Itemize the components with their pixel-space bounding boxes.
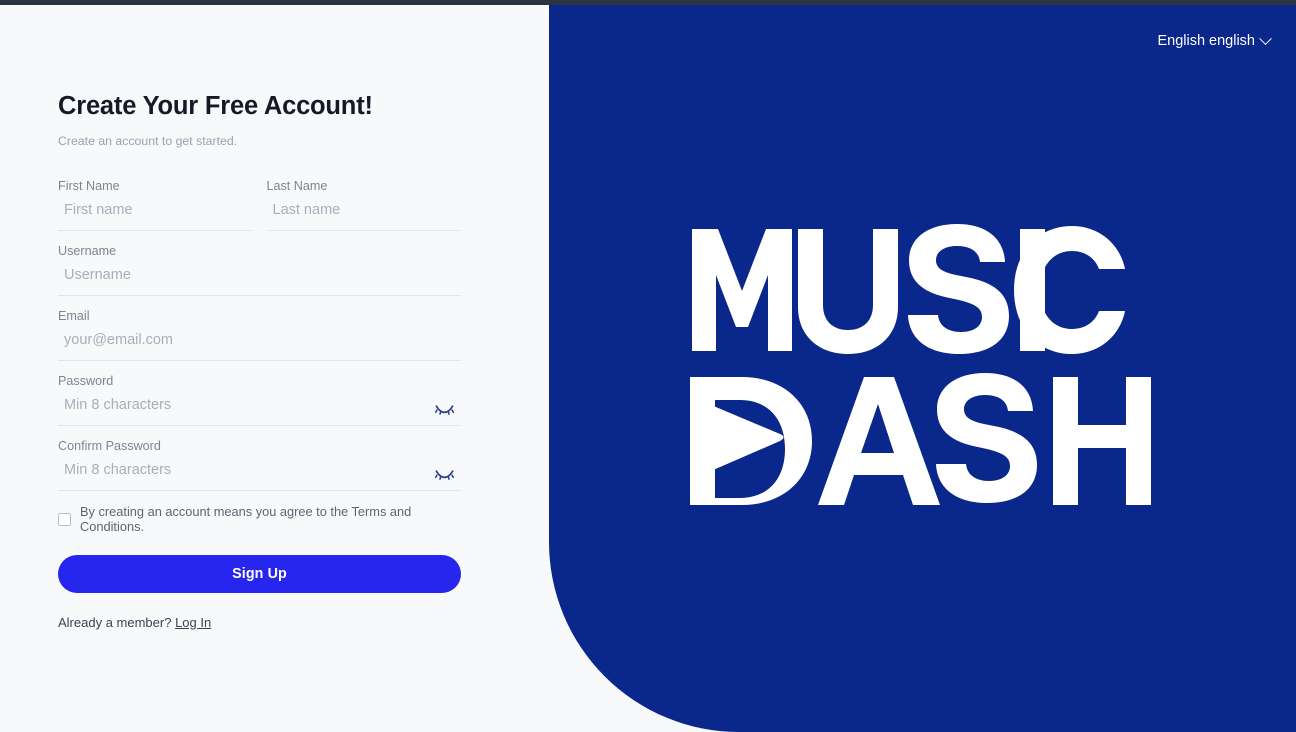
terms-row: By creating an account means you agree t… xyxy=(58,504,461,534)
terms-checkbox[interactable] xyxy=(58,512,71,526)
password-input[interactable] xyxy=(58,396,461,426)
last-name-input[interactable] xyxy=(266,201,461,231)
username-input[interactable] xyxy=(58,266,461,296)
chevron-down-icon xyxy=(1259,31,1272,45)
password-label: Password xyxy=(58,374,114,388)
username-field: Username xyxy=(58,244,461,296)
confirm-password-label: Confirm Password xyxy=(58,439,161,453)
page-title: Create Your Free Account! xyxy=(58,92,373,120)
login-prompt-text: Already a member? xyxy=(58,615,172,630)
first-name-field: First Name xyxy=(58,179,253,231)
last-name-field: Last Name xyxy=(266,179,461,231)
first-name-input[interactable] xyxy=(58,201,253,231)
login-prompt: Already a member? Log In xyxy=(58,615,461,630)
eye-off-icon xyxy=(434,467,454,480)
email-label: Email xyxy=(58,309,90,323)
first-name-label: First Name xyxy=(58,179,120,193)
log-in-link[interactable]: Log In xyxy=(175,615,211,630)
music-dash-logo xyxy=(688,221,1158,511)
confirm-password-visibility-toggle[interactable] xyxy=(433,464,455,482)
language-switcher[interactable]: English english xyxy=(1153,30,1274,52)
terms-label: By creating an account means you agree t… xyxy=(80,504,412,534)
brand-panel: English english xyxy=(549,0,1296,732)
last-name-label: Last Name xyxy=(266,179,328,193)
password-field: Password xyxy=(58,374,461,426)
username-label: Username xyxy=(58,244,117,258)
sign-up-button[interactable]: Sign Up xyxy=(58,555,461,593)
signup-form: Create Your Free Account! Create an acco… xyxy=(58,92,461,630)
password-visibility-toggle[interactable] xyxy=(433,399,455,417)
email-field: Email xyxy=(58,309,461,361)
confirm-password-input[interactable] xyxy=(58,461,461,491)
email-input[interactable] xyxy=(58,331,461,361)
confirm-password-field: Confirm Password xyxy=(58,439,461,491)
language-switcher-label: English english xyxy=(1157,33,1255,49)
form-column: Create Your Free Account! Create an acco… xyxy=(0,0,549,732)
name-field-row: First Name Last Name xyxy=(58,179,461,244)
eye-off-icon xyxy=(434,402,454,415)
page-subtitle: Create an account to get started. xyxy=(58,134,238,148)
signup-page: Create Your Free Account! Create an acco… xyxy=(0,0,1296,732)
window-top-bar xyxy=(0,0,1296,5)
